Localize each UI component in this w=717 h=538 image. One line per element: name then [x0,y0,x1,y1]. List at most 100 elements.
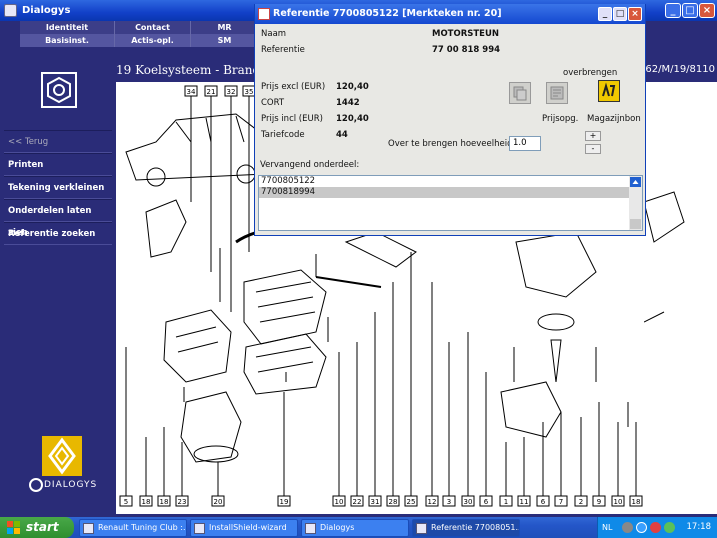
list-item[interactable]: 7700805122 [259,176,642,187]
task-label: Referentie 77008051... [431,523,520,532]
dialogys-mark-icon [29,478,43,492]
diagram-right-edge [644,82,717,514]
dialog-task-icon [416,523,427,534]
tarief-value: 44 [336,130,348,140]
callout-label[interactable]: 7 [559,498,563,506]
callout-label[interactable]: 28 [389,498,398,506]
price-incl-label: Prijs incl (EUR) [261,114,323,124]
maximize-icon[interactable]: □ [682,3,698,18]
prijsopgave-button[interactable] [546,82,568,104]
callout-label[interactable]: 11 [520,498,529,506]
network-icon[interactable] [636,522,647,533]
language-indicator[interactable]: NL [602,517,612,538]
callout-label[interactable]: 23 [178,498,187,506]
tab-identiteit[interactable]: Identiteit [20,21,115,34]
copy-icon [513,86,527,101]
tarief-label: Tariefcode [261,130,305,140]
callout-label[interactable]: 34 [187,88,196,96]
dialog-minimize-icon[interactable]: _ [598,7,612,21]
price-incl-value: 120,40 [336,114,369,124]
callout-label[interactable]: 10 [614,498,623,506]
callout-label[interactable]: 18 [632,498,641,506]
minimize-icon[interactable]: _ [665,3,681,18]
task-installshield[interactable]: InstallShield-wizard [190,519,298,537]
callout-label[interactable]: 30 [464,498,473,506]
security-icon[interactable] [650,522,661,533]
callout-label[interactable]: 35 [245,88,254,96]
close-icon[interactable]: × [699,3,715,18]
installer-icon [194,523,205,534]
task-label: Renault Tuning Club :... [98,523,187,532]
browser-icon [83,523,94,534]
callout-label[interactable]: 18 [160,498,169,506]
update-icon[interactable] [664,522,675,533]
start-button[interactable]: start [0,517,74,538]
list-item-selected[interactable]: 7700818994 [259,187,642,198]
task-label: Dialogys [320,523,355,532]
clock: 17:18 [686,522,712,532]
callout-label[interactable]: 20 [214,498,223,506]
task-label: InstallShield-wizard [209,523,287,532]
quantity-input[interactable]: 1.0 [509,136,541,151]
task-referentie[interactable]: Referentie 77008051... [412,519,520,537]
callout-label[interactable]: 25 [407,498,416,506]
copy-button[interactable] [509,82,531,104]
quantity-increase-button[interactable]: + [585,131,601,141]
replacement-list[interactable]: 7700805122 7700818994 [258,175,643,231]
callout-label[interactable]: 10 [335,498,344,506]
magazijnbon-label: Magazijnbon [587,114,641,124]
sidebar: << Terug Printen Tekening verkleinen Ond… [4,130,112,245]
sidebar-item-show-parts[interactable]: Onderdelen laten zien [4,199,112,238]
sidebar-item-search-reference[interactable]: Referentie zoeken [4,222,112,245]
referentie-value: 77 00 818 994 [432,45,501,55]
quantity-decrease-button[interactable]: - [585,144,601,154]
brand-name: DIALOGYS [44,480,98,490]
task-renault-tuning-club[interactable]: Renault Tuning Club :... [79,519,187,537]
callout-label[interactable]: 6 [541,498,546,506]
list-scrollbar[interactable] [629,176,642,230]
dialog-title-bar: Referentie 7700805122 [Merkteken nr. 20]… [255,4,645,24]
sidebar-item-back[interactable]: << Terug [4,130,112,153]
dialogys-brand: DIALOGYS [28,436,118,496]
tab-contact[interactable]: Contact [115,21,191,34]
tab-mr[interactable]: MR [191,21,259,34]
page-reference: 62/M/19/8110 [645,64,715,75]
sidebar-item-print[interactable]: Printen [4,153,112,176]
price-quote-icon [550,86,564,100]
warehouse-icon [601,82,617,99]
magazijnbon-button[interactable] [598,80,620,102]
sidebar-item-zoom-out[interactable]: Tekening verkleinen [4,176,112,199]
tab-actis-opl[interactable]: Actis-opl. [115,34,191,47]
callout-label[interactable]: 3 [447,498,451,506]
transfer-label: overbrengen [563,68,618,78]
dialog-maximize-icon[interactable]: □ [613,7,627,21]
callout-label[interactable]: 2 [579,498,583,506]
callout-label[interactable]: 12 [428,498,437,506]
tab-basisinst[interactable]: Basisinst. [20,34,115,47]
replacement-label: Vervangend onderdeel: [260,160,360,170]
price-excl-label: Prijs excl (EUR) [261,82,326,92]
dialog-icon [258,8,270,20]
naam-value: MOTORSTEUN [432,29,499,39]
naam-label: Naam [261,29,287,39]
callout-label[interactable]: 6 [484,498,489,506]
task-dialogys[interactable]: Dialogys [301,519,409,537]
callout-label[interactable]: 31 [371,498,380,506]
callout-label[interactable]: 32 [227,88,236,96]
callout-label[interactable]: 19 [280,498,289,506]
search-tray-icon[interactable] [622,522,633,533]
price-excl-value: 120,40 [336,82,369,92]
hexagon-logo-icon[interactable] [41,72,77,108]
callout-label[interactable]: 22 [353,498,362,506]
start-label: start [26,520,59,534]
callout-label[interactable]: 9 [597,498,601,506]
dialog-close-icon[interactable]: × [628,7,642,21]
callout-label[interactable]: 5 [124,498,128,506]
callout-label[interactable]: 1 [504,498,508,506]
callout-label[interactable]: 21 [207,88,216,96]
callout-label[interactable]: 18 [142,498,151,506]
system-tray: NL 17:18 [597,517,717,538]
dialogys-icon [305,523,316,534]
tab-sm[interactable]: SM [191,34,259,47]
cort-value: 1442 [336,98,360,108]
